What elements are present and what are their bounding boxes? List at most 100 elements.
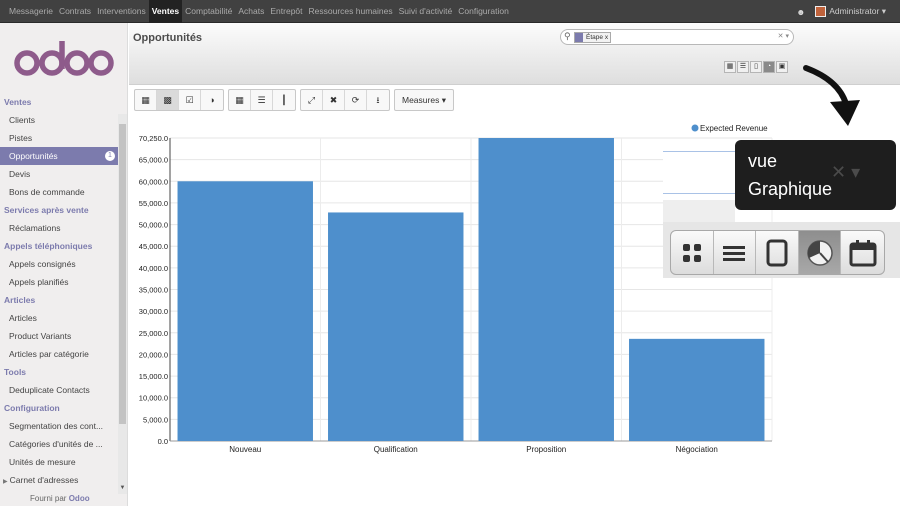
- search-facet-label: Étape: [586, 34, 603, 41]
- rows-icon[interactable]: ☰: [251, 90, 273, 110]
- measures-dropdown[interactable]: Measures ▾: [394, 89, 454, 111]
- sidebar-item-categories-unites[interactable]: Catégories d'unités de ...: [0, 435, 118, 453]
- collapse-icon[interactable]: ✖: [323, 90, 345, 110]
- sidebar-item-segmentation[interactable]: Segmentation des cont...: [0, 417, 118, 435]
- sidebar-section-ventes: Ventes: [4, 97, 32, 107]
- pie-chart-icon[interactable]: ◑: [201, 90, 223, 110]
- powered-by: Fourni par Odoo: [30, 494, 90, 503]
- y-tick-label: 70,250.0: [139, 134, 168, 143]
- callout-line-2: Graphique: [748, 179, 833, 199]
- legend-label: Expected Revenue: [700, 124, 768, 133]
- zoomed-view-switcher: [663, 222, 900, 278]
- zoom-kanban-view-icon[interactable]: [671, 231, 714, 274]
- graph-actions-group: ⤢ ✖ ⟳ ⭳: [300, 89, 390, 111]
- filter-icon: [575, 33, 583, 42]
- scroll-down-icon[interactable]: ▼: [118, 485, 127, 494]
- kanban-view-icon[interactable]: ▦: [724, 61, 736, 73]
- top-menu-item[interactable]: Achats: [235, 0, 267, 23]
- line-chart-icon[interactable]: ☑: [179, 90, 201, 110]
- pivot-table-icon[interactable]: ▦: [135, 90, 157, 110]
- sidebar-item-appels-planifies[interactable]: Appels planifiés: [0, 273, 118, 291]
- graph-view-icon[interactable]: ◔: [763, 61, 775, 73]
- zoom-graph-view-icon[interactable]: [798, 231, 842, 274]
- top-menu-item[interactable]: Messagerie: [6, 0, 56, 23]
- x-tick-label: Négociation: [676, 445, 718, 454]
- y-tick-label: 15,000.0: [139, 372, 168, 381]
- view-switcher: ▦ ☰ ▯ ◔ ▣: [723, 61, 788, 73]
- y-tick-label: 65,000.0: [139, 156, 168, 165]
- sidebar-section-sav: Services après vente: [4, 205, 89, 215]
- user-name: Administrator: [829, 6, 880, 16]
- sidebar-item-deduplicate-contacts[interactable]: Deduplicate Contacts: [0, 381, 118, 399]
- sidebar-item-articles[interactable]: Articles: [0, 309, 118, 327]
- form-view-icon[interactable]: ▯: [750, 61, 762, 73]
- expand-icon[interactable]: ⤢: [301, 90, 323, 110]
- user-menu[interactable]: Administrator ▾: [829, 6, 886, 17]
- columns-icon[interactable]: ┃: [273, 90, 295, 110]
- x-tick-label: Qualification: [374, 445, 418, 454]
- sidebar-item-pistes[interactable]: Pistes: [0, 129, 118, 147]
- graph-mode-group: ▦ ▩ ☑ ◑: [134, 89, 224, 111]
- chat-icon[interactable]: ☻: [796, 7, 805, 17]
- zoom-gridline: [663, 193, 735, 194]
- top-menu-item[interactable]: Suivi d'activité: [396, 0, 456, 23]
- y-tick-label: 25,000.0: [139, 329, 168, 338]
- sidebar: Ventes Clients Pistes Opportunités 1 Dev…: [0, 23, 128, 506]
- search-options-icon[interactable]: ✕ ▾: [778, 32, 789, 40]
- y-tick-label: 55,000.0: [139, 199, 168, 208]
- sidebar-item-label: Carnet d'adresses: [9, 475, 79, 485]
- powered-by-link[interactable]: Odoo: [69, 494, 90, 503]
- y-tick-label: 20,000.0: [139, 350, 168, 359]
- top-navbar: Messagerie Contrats Interventions Ventes…: [0, 0, 900, 23]
- zoom-form-view-icon[interactable]: [756, 231, 799, 274]
- sidebar-item-reclamations[interactable]: Réclamations: [0, 219, 118, 237]
- top-menu-item[interactable]: Configuration: [455, 0, 512, 23]
- refresh-icon[interactable]: ⟳: [345, 90, 367, 110]
- zoom-gridline: [663, 151, 735, 152]
- sidebar-item-appels-consignes[interactable]: Appels consignés: [0, 255, 118, 273]
- view-header: Opportunités ⚲ Étape x ✕ ▾ ▦ ☰ ▯ ◔ ▣: [129, 23, 900, 85]
- sidebar-item-bons-de-commande[interactable]: Bons de commande: [0, 183, 118, 201]
- avatar: [815, 6, 827, 17]
- sidebar-item-unites-de-mesure[interactable]: Unités de mesure: [0, 453, 118, 471]
- y-tick-label: 35,000.0: [139, 286, 168, 295]
- top-menu-item[interactable]: Interventions: [94, 0, 149, 23]
- sidebar-item-carnet-adresses[interactable]: ▶ Carnet d'adresses: [0, 471, 118, 489]
- sidebar-item-clients[interactable]: Clients: [0, 111, 118, 129]
- top-menu-item[interactable]: Contrats: [56, 0, 94, 23]
- list-view-icon[interactable]: ☰: [737, 61, 749, 73]
- sidebar-section-appels: Appels téléphoniques: [4, 241, 93, 251]
- sidebar-item-product-variants[interactable]: Product Variants: [0, 327, 118, 345]
- top-menu-item-active[interactable]: Ventes: [148, 0, 183, 23]
- scrollbar-thumb[interactable]: [119, 124, 126, 424]
- calendar-view-icon[interactable]: ▣: [776, 61, 788, 73]
- zoom-calendar-view-icon[interactable]: [841, 231, 884, 274]
- facet-close-icon[interactable]: x: [605, 34, 608, 41]
- search-input[interactable]: ⚲ Étape x ✕ ▾: [560, 29, 794, 45]
- measures-label: Measures: [402, 95, 440, 105]
- y-tick-label: 50,000.0: [139, 221, 168, 230]
- stacked-icon[interactable]: ▦: [229, 90, 251, 110]
- sidebar-item-opportunites[interactable]: Opportunités 1: [0, 147, 118, 165]
- count-badge: 1: [105, 151, 115, 161]
- sidebar-menu: Ventes Clients Pistes Opportunités 1 Dev…: [0, 93, 118, 489]
- download-icon[interactable]: ⭳: [367, 90, 389, 110]
- chevron-down-icon: ▾: [881, 6, 886, 16]
- top-menu-item[interactable]: Entrepôt: [267, 0, 305, 23]
- graph-toolbar: ▦ ▩ ☑ ◑ ▦ ☰ ┃ ⤢ ✖ ⟳ ⭳ Measures ▾: [134, 89, 454, 111]
- bar: [478, 138, 614, 441]
- sidebar-section-tools: Tools: [4, 367, 27, 377]
- sidebar-item-articles-par-categorie[interactable]: Articles par catégorie: [0, 345, 118, 363]
- search-facet[interactable]: Étape x: [574, 32, 612, 43]
- sidebar-scrollbar[interactable]: ▼: [118, 114, 127, 494]
- bar: [629, 338, 765, 441]
- odoo-logo: [14, 41, 114, 76]
- sidebar-item-devis[interactable]: Devis: [0, 165, 118, 183]
- bar-chart-icon[interactable]: ▩: [157, 90, 179, 110]
- chevron-down-icon: ▾: [441, 95, 446, 105]
- zoom-list-view-icon[interactable]: [714, 231, 757, 274]
- top-menu-item[interactable]: Comptabilité: [182, 0, 235, 23]
- bar: [328, 212, 464, 441]
- y-tick-label: 30,000.0: [139, 307, 168, 316]
- top-menu-item[interactable]: Ressources humaines: [306, 0, 396, 23]
